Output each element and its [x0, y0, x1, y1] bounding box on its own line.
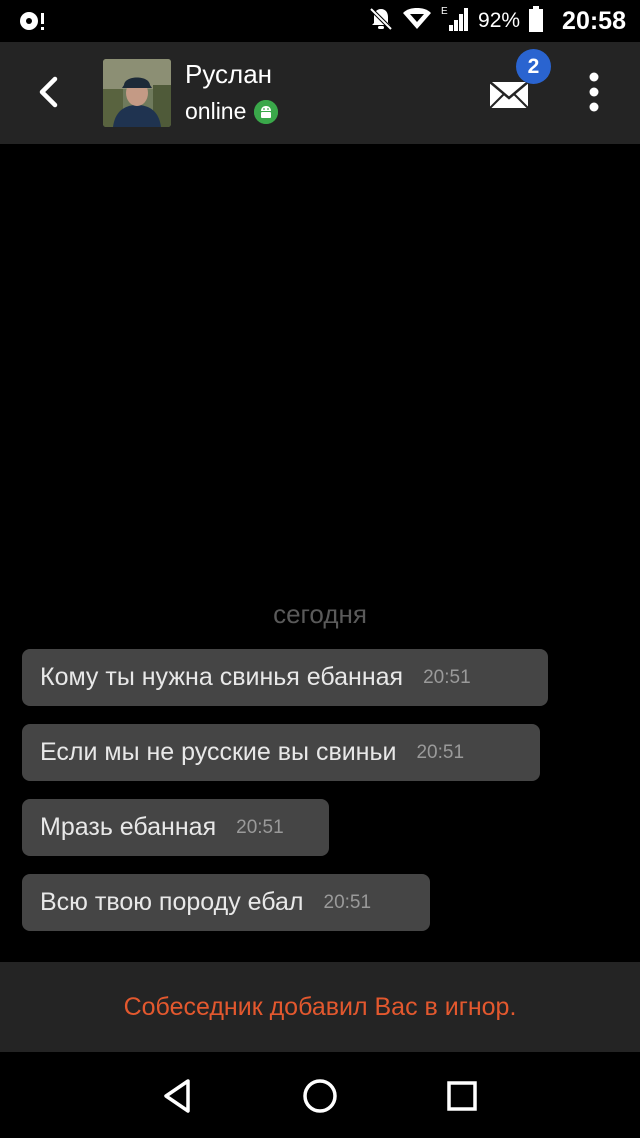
message-list[interactable]: сегодня Кому ты нужна свинья ебанная 20:…	[0, 144, 640, 962]
status-bar: E 92% 20:58	[0, 0, 640, 42]
status-time: 20:58	[562, 6, 626, 35]
signal-icon: E	[440, 5, 470, 38]
navigation-bar	[0, 1052, 640, 1138]
message-bubble[interactable]: Мразь ебанная 20:51	[22, 799, 329, 856]
recents-square-icon[interactable]	[442, 1076, 482, 1116]
home-circle-icon[interactable]	[300, 1076, 340, 1116]
ignore-notice: Собеседник добавил Вас в игнор.	[123, 992, 517, 1021]
message-time: 20:51	[323, 891, 372, 913]
message-time: 20:51	[236, 816, 284, 838]
message-text: Мразь ебанная	[40, 813, 217, 841]
message-bubble[interactable]: Всю твою породу ебал 20:51	[22, 874, 430, 931]
message-text: Всю твою породу ебал	[40, 888, 304, 916]
android-icon	[254, 99, 279, 124]
wifi-icon	[402, 7, 432, 36]
message-bubble[interactable]: Если мы не русские вы свиньи 20:51	[22, 724, 540, 781]
svg-text:E: E	[441, 6, 448, 17]
notifications-off-icon	[368, 6, 394, 37]
avatar[interactable]	[103, 59, 171, 127]
message-time: 20:51	[416, 741, 465, 763]
battery-icon	[528, 5, 544, 37]
status-text: online	[185, 98, 247, 124]
chat-header: Руслан online 2	[0, 42, 640, 144]
message-text: Если мы не русские вы свиньи	[40, 738, 397, 766]
unread-badge: 2	[516, 49, 551, 84]
message-time: 20:51	[423, 666, 471, 688]
battery-percent: 92%	[478, 9, 521, 32]
back-arrow-icon[interactable]	[30, 72, 70, 112]
contact-name[interactable]: Руслан	[185, 59, 272, 90]
date-divider: сегодня	[273, 599, 367, 629]
ignore-banner: Собеседник добавил Вас в игнор.	[0, 962, 640, 1052]
more-vert-icon[interactable]	[580, 70, 608, 114]
back-triangle-icon[interactable]	[158, 1076, 198, 1116]
message-bubble[interactable]: Кому ты нужна свинья ебанная 20:51	[22, 649, 548, 706]
message-text: Кому ты нужна свинья ебанная	[40, 663, 404, 691]
media-icon	[18, 9, 48, 33]
presence-status: online	[185, 98, 279, 125]
